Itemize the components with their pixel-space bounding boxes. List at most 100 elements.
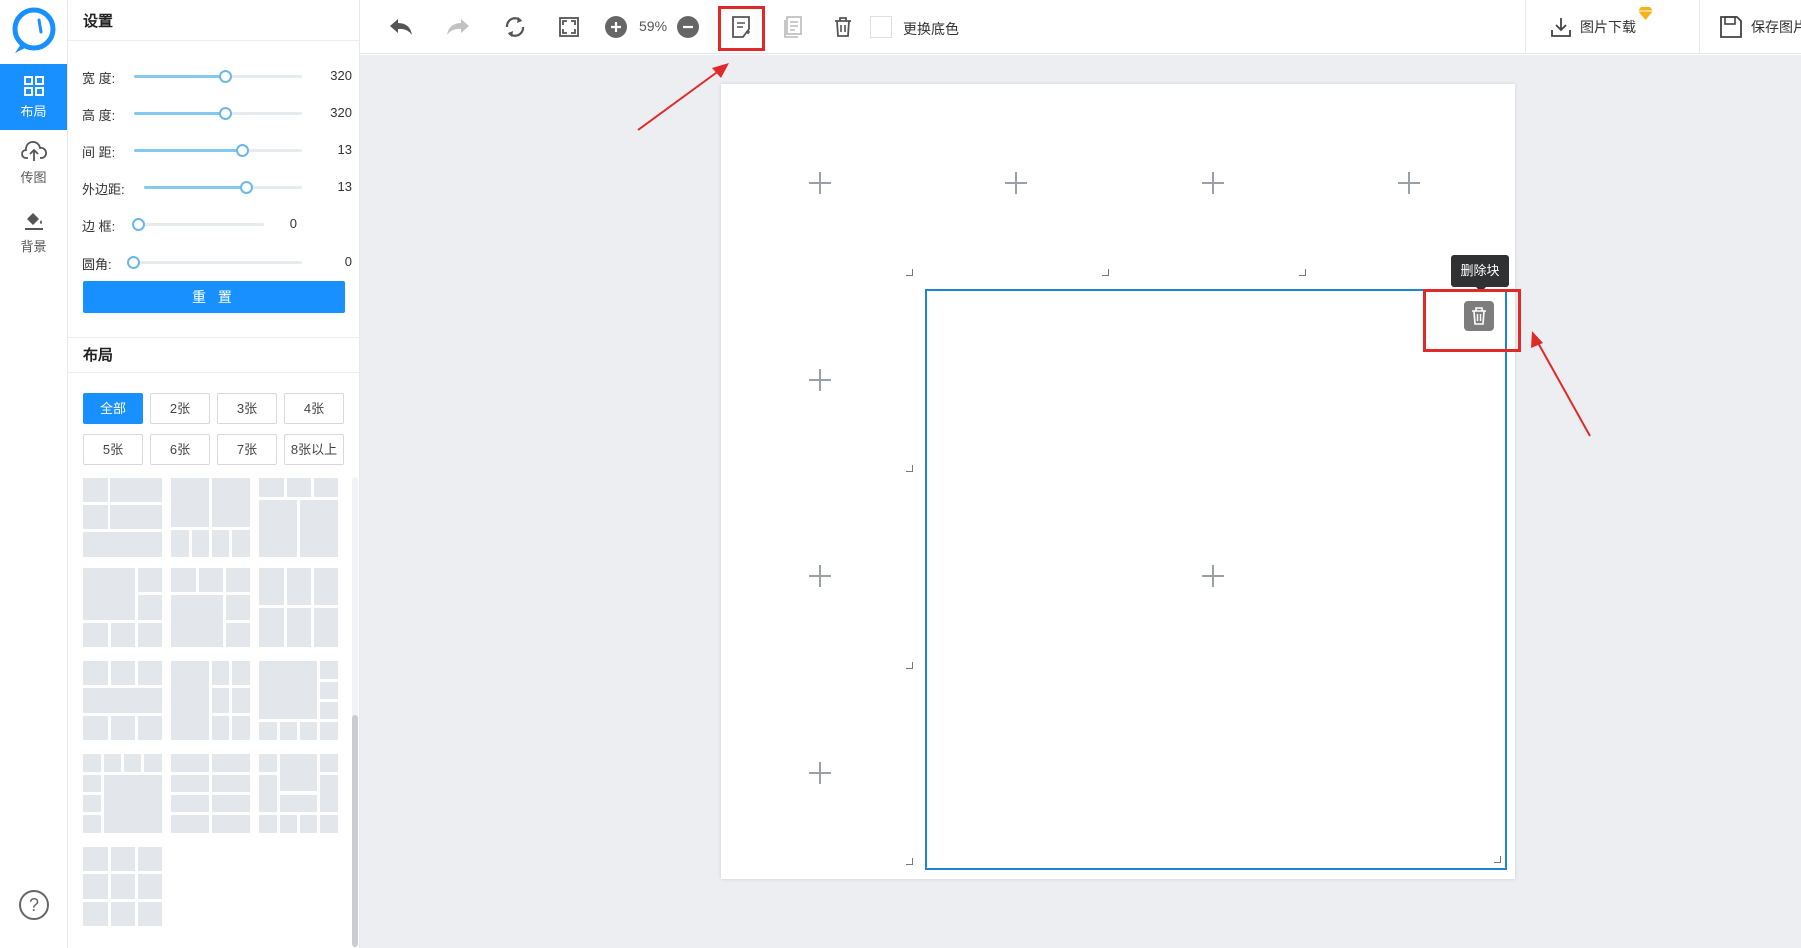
resize-corner[interactable] bbox=[1299, 269, 1306, 276]
annotation-highlight-box bbox=[718, 6, 765, 51]
add-image-plus-icon[interactable] bbox=[809, 762, 831, 784]
settings-title: 设置 bbox=[83, 13, 114, 30]
background-color-swatch[interactable] bbox=[870, 16, 892, 38]
annotation-highlight-box bbox=[1423, 289, 1521, 352]
undo-button[interactable] bbox=[385, 13, 417, 41]
slider-value: 13 bbox=[337, 179, 352, 194]
layout-template[interactable] bbox=[259, 661, 338, 740]
slider-track[interactable] bbox=[132, 218, 264, 231]
filter-all[interactable]: 全部 bbox=[83, 393, 143, 424]
slider-label: 宽 度: bbox=[82, 71, 116, 86]
slider-handle[interactable] bbox=[132, 218, 145, 231]
add-image-plus-icon[interactable] bbox=[1005, 172, 1027, 194]
slider-handle[interactable] bbox=[236, 144, 249, 157]
rail-item-layout[interactable]: 布局 bbox=[0, 64, 67, 130]
upload-cloud-icon bbox=[20, 140, 47, 161]
layout-template[interactable] bbox=[83, 661, 162, 740]
slider-border[interactable]: 边 框: 0 bbox=[82, 214, 297, 234]
layout-template[interactable] bbox=[171, 754, 250, 833]
settings-panel: 设置 宽 度: 320 高 度: 320 间 距: 13 外边距: 13 边 框… bbox=[68, 0, 408, 948]
zoom-in-button[interactable] bbox=[602, 13, 630, 41]
copy-block-button[interactable] bbox=[778, 13, 808, 41]
slider-track[interactable] bbox=[134, 144, 302, 157]
redo-button[interactable] bbox=[442, 13, 474, 41]
layout-template[interactable] bbox=[259, 754, 338, 833]
layout-template[interactable] bbox=[171, 478, 250, 557]
layout-template[interactable] bbox=[83, 478, 162, 557]
layout-template[interactable] bbox=[259, 478, 338, 557]
rail-item-label: 布局 bbox=[20, 103, 47, 119]
resize-corner[interactable] bbox=[906, 858, 913, 865]
add-image-plus-icon[interactable] bbox=[1202, 172, 1224, 194]
filter-3[interactable]: 3张 bbox=[217, 393, 277, 424]
resize-corner[interactable] bbox=[1102, 269, 1109, 276]
divider bbox=[68, 372, 360, 373]
slider-value: 320 bbox=[330, 68, 352, 83]
slider-radius[interactable]: 圆角: 0 bbox=[82, 252, 352, 272]
slider-fill bbox=[134, 75, 226, 78]
slider-label: 外边距: bbox=[82, 182, 125, 197]
app: 布局 传图 背景 ? 设置 宽 度: 320 高 度: 320 间 距: 13 … bbox=[0, 0, 1801, 948]
slider-height[interactable]: 高 度: 320 bbox=[82, 103, 352, 123]
help-button[interactable]: ? bbox=[19, 890, 49, 920]
slider-track[interactable] bbox=[144, 181, 302, 194]
slider-fill bbox=[134, 149, 243, 152]
undo-icon bbox=[390, 19, 412, 35]
layout-template[interactable] bbox=[83, 754, 162, 833]
save-label: 保存图片 bbox=[1751, 19, 1801, 35]
add-image-plus-icon[interactable] bbox=[809, 369, 831, 391]
add-image-plus-icon[interactable] bbox=[809, 565, 831, 587]
resize-corner[interactable] bbox=[906, 662, 913, 669]
slider-track[interactable] bbox=[134, 107, 302, 120]
slider-margin[interactable]: 外边距: 13 bbox=[82, 177, 352, 197]
copy-icon bbox=[784, 16, 802, 38]
delete-button[interactable] bbox=[828, 13, 858, 41]
layout-template[interactable] bbox=[83, 568, 162, 647]
rail-item-background[interactable]: 背景 bbox=[0, 198, 67, 264]
scrollbar-thumb[interactable] bbox=[352, 715, 358, 947]
slider-width[interactable]: 宽 度: 320 bbox=[82, 66, 352, 86]
filter-4[interactable]: 4张 bbox=[284, 393, 344, 424]
rail-item-upload[interactable]: 传图 bbox=[0, 130, 67, 196]
save-image-button[interactable]: 保存图片 bbox=[1699, 0, 1801, 54]
slider-label: 间 距: bbox=[82, 145, 116, 160]
slider-spacing[interactable]: 间 距: 13 bbox=[82, 140, 352, 160]
layout-template[interactable] bbox=[171, 661, 250, 740]
layout-template[interactable] bbox=[83, 847, 162, 926]
selected-block[interactable] bbox=[925, 289, 1507, 870]
redo-icon bbox=[447, 19, 469, 35]
layout-template[interactable] bbox=[171, 568, 250, 647]
logo-icon bbox=[12, 7, 56, 53]
download-button[interactable]: 图片下载 bbox=[1525, 0, 1699, 54]
layout-scrollbar[interactable] bbox=[352, 477, 358, 947]
rotate-button[interactable] bbox=[499, 13, 531, 41]
refresh-icon bbox=[505, 17, 525, 37]
slider-track[interactable] bbox=[134, 70, 302, 83]
resize-corner[interactable] bbox=[906, 269, 913, 276]
fit-screen-button[interactable] bbox=[553, 13, 585, 41]
filter-7[interactable]: 7张 bbox=[217, 434, 277, 465]
add-image-plus-icon[interactable] bbox=[809, 172, 831, 194]
paint-bucket-icon bbox=[24, 212, 43, 230]
layout-template[interactable] bbox=[259, 568, 338, 647]
slider-handle[interactable] bbox=[219, 107, 232, 120]
download-icon bbox=[1551, 18, 1571, 37]
zoom-level: 59% bbox=[639, 18, 668, 34]
save-icon bbox=[1720, 16, 1742, 38]
add-image-plus-icon[interactable] bbox=[1398, 172, 1420, 194]
rail-item-label: 传图 bbox=[20, 169, 47, 185]
zoom-out-button[interactable] bbox=[674, 13, 702, 41]
change-bg-color-label[interactable]: 更换底色 bbox=[903, 19, 959, 39]
filter-6[interactable]: 6张 bbox=[150, 434, 210, 465]
filter-2[interactable]: 2张 bbox=[150, 393, 210, 424]
slider-handle[interactable] bbox=[127, 256, 140, 269]
divider bbox=[68, 40, 360, 41]
filter-5[interactable]: 5张 bbox=[83, 434, 143, 465]
resize-corner[interactable] bbox=[906, 465, 913, 472]
slider-handle[interactable] bbox=[219, 70, 232, 83]
filter-8-plus[interactable]: 8张以上 bbox=[284, 434, 344, 465]
slider-track[interactable] bbox=[127, 256, 302, 269]
divider bbox=[68, 337, 360, 338]
reset-button[interactable]: 重 置 bbox=[83, 281, 345, 313]
slider-handle[interactable] bbox=[240, 181, 253, 194]
